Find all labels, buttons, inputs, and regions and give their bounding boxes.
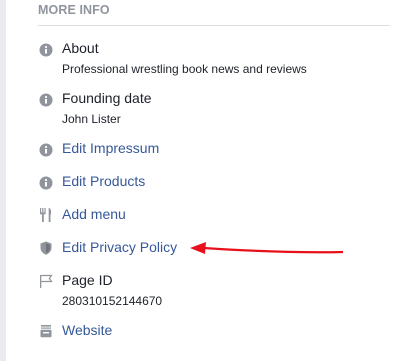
page-id-value: 280310152144670 (62, 294, 163, 308)
row-title: Founding date (62, 90, 152, 106)
row-title: Page ID (62, 272, 113, 288)
row-title: About (62, 40, 99, 56)
section-header: MORE INFO (38, 3, 110, 17)
edit-products-link[interactable]: Edit Products (62, 173, 145, 189)
globe-icon (38, 323, 54, 339)
info-icon (38, 92, 54, 108)
row-subtitle: John Lister (62, 112, 121, 126)
info-icon (38, 42, 54, 58)
row-subtitle: Professional wrestling book news and rev… (62, 62, 307, 76)
left-divider (0, 0, 6, 361)
fork-knife-icon (38, 207, 54, 223)
website-link[interactable]: Website (62, 322, 112, 338)
more-info-panel: MORE INFO About Professional wrestling b… (0, 0, 409, 361)
edit-impressum-link[interactable]: Edit Impressum (62, 140, 159, 156)
info-icon (38, 142, 54, 158)
info-icon (38, 175, 54, 191)
header-divider (38, 25, 390, 26)
edit-privacy-policy-link[interactable]: Edit Privacy Policy (62, 239, 177, 255)
flag-icon (38, 273, 54, 289)
shield-icon (38, 240, 54, 256)
add-menu-link[interactable]: Add menu (62, 206, 126, 222)
